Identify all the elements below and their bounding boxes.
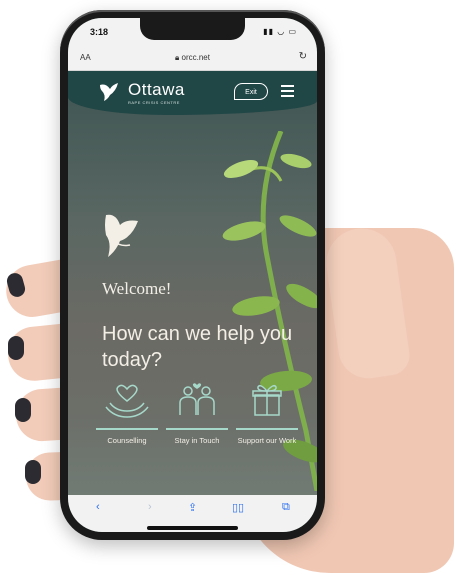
url-field[interactable]: 🔒︎ orcc.net — [68, 53, 317, 63]
phone-screen: 3:18 ▮▮ ◡ ▭ AA 🔒︎ orcc.net ↻ Ottawa RAPE… — [68, 18, 317, 532]
logo-subtitle: RAPE CRISIS CENTRE — [128, 100, 180, 105]
site-header: Ottawa RAPE CRISIS CENTRE Exit — [68, 71, 317, 115]
status-time: 3:18 — [90, 27, 109, 37]
notch — [140, 18, 245, 40]
logo-name[interactable]: Ottawa — [128, 80, 185, 100]
bookmarks-icon[interactable]: ▯▯ — [232, 501, 244, 514]
divider — [166, 428, 228, 430]
forward-icon[interactable]: › — [148, 501, 152, 513]
status-icons: ▮▮ ◡ ▭ — [263, 27, 297, 36]
home-indicator — [147, 526, 238, 530]
service-label: Support our Work — [237, 435, 297, 445]
bird-logo-icon — [100, 83, 118, 101]
hamburger-menu-icon[interactable] — [281, 85, 294, 97]
welcome-heading: Welcome! — [102, 279, 172, 298]
battery-icon: ▭ — [288, 27, 297, 36]
exit-button[interactable]: Exit — [234, 83, 268, 100]
service-label: Stay in Touch — [174, 435, 220, 445]
address-bar[interactable]: AA 🔒︎ orcc.net ↻ — [68, 48, 317, 71]
bird-emblem-icon — [105, 214, 138, 257]
gift-icon — [252, 384, 282, 416]
website: Ottawa RAPE CRISIS CENTRE Exit Welcome! … — [68, 71, 317, 495]
service-stay-in-touch[interactable]: Stay in Touch — [166, 381, 228, 446]
reload-icon[interactable]: ↻ — [299, 51, 307, 62]
fingernail — [25, 460, 41, 484]
signal-icon: ▮▮ — [263, 27, 274, 36]
divider — [236, 428, 298, 430]
service-label: Counselling — [107, 435, 147, 445]
share-icon[interactable]: ⇪ — [188, 501, 197, 514]
heart-hands-icon — [105, 384, 149, 418]
service-support-our-work[interactable]: Support our Work — [236, 381, 298, 446]
fingernail — [15, 398, 31, 422]
wifi-icon: ◡ — [277, 27, 286, 36]
back-icon[interactable]: ‹ — [96, 501, 100, 513]
url-text: orcc.net — [181, 53, 210, 62]
phone-frame: 3:18 ▮▮ ◡ ▭ AA 🔒︎ orcc.net ↻ Ottawa RAPE… — [60, 10, 325, 540]
divider — [96, 428, 158, 430]
help-heading: How can we help you today? — [102, 323, 293, 371]
people-icon — [179, 383, 215, 415]
service-counselling[interactable]: Counselling — [96, 381, 158, 446]
fingernail — [8, 336, 24, 360]
tabs-icon[interactable]: ⧉ — [282, 501, 290, 514]
